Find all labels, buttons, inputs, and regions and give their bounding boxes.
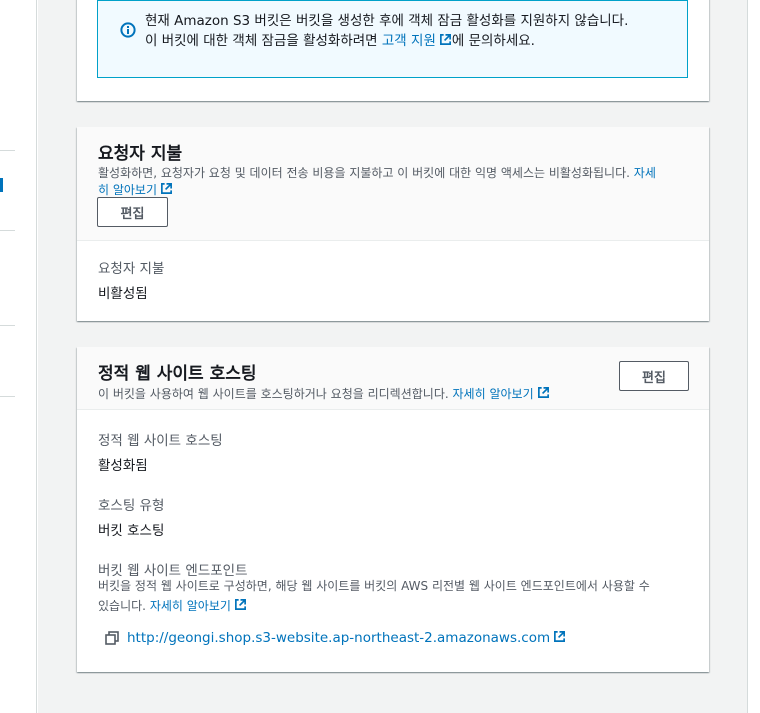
static-website-description-text: 이 버킷을 사용하여 웹 사이트를 호스팅하거나 요청을 리디렉션합니다. (98, 387, 449, 401)
requester-pays-panel: 요청자 지불 활성화하면, 요청자가 요청 및 데이터 전송 비용을 지불하고 … (77, 127, 709, 321)
sidebar-link-fragment[interactable] (0, 178, 3, 192)
requester-pays-header: 요청자 지불 활성화하면, 요청자가 요청 및 데이터 전송 비용을 지불하고 … (77, 127, 709, 241)
endpoint-description-line2: 있습니다. 자세히 알아보기 (98, 598, 247, 615)
endpoint-url-row: http://geongi.shop.s3-website.ap-northea… (127, 630, 566, 646)
object-lock-info-alert: 현재 Amazon S3 버킷은 버킷을 생성한 후에 객체 잠금 활성화를 지… (97, 0, 688, 78)
learn-more-part2: 히 알아보기 (98, 183, 158, 197)
sidebar-divider (0, 150, 15, 151)
requester-pays-description: 활성화하면, 요청자가 요청 및 데이터 전송 비용을 지불하고 이 버킷에 대… (98, 165, 693, 199)
requester-pays-description-text: 활성화하면, 요청자가 요청 및 데이터 전송 비용을 지불하고 이 버킷에 대… (98, 166, 630, 180)
alert-text-suffix: 에 문의하세요. (451, 33, 535, 49)
object-lock-panel: 현재 Amazon S3 버킷은 버킷을 생성한 후에 객체 잠금 활성화를 지… (77, 0, 709, 101)
alert-text-line1: 현재 Amazon S3 버킷은 버킷을 생성한 후에 객체 잠금 활성화를 지… (145, 13, 629, 29)
learn-more-part1: 자세 (633, 166, 656, 180)
external-link-icon (234, 599, 246, 610)
external-link-icon (439, 34, 451, 45)
static-website-learn-more-link[interactable]: 자세히 알아보기 (453, 387, 534, 401)
alert-text-line2: 이 버킷에 대한 객체 잠금을 활성화하려면 고객 지원 에 문의하세요. (145, 31, 535, 51)
endpoint-url-link[interactable]: http://geongi.shop.s3-website.ap-northea… (127, 630, 550, 646)
copy-icon[interactable] (104, 630, 120, 646)
info-icon (120, 22, 136, 38)
hosting-value: 활성화됨 (98, 458, 148, 474)
static-website-header: 정적 웹 사이트 호스팅 이 버킷을 사용하여 웹 사이트를 호스팅하거나 요청… (77, 347, 709, 410)
static-website-title: 정적 웹 사이트 호스팅 (98, 364, 257, 384)
sidebar-divider (0, 325, 15, 326)
requester-pays-edit-button[interactable]: 편집 (97, 197, 168, 227)
sidebar-divider (0, 230, 15, 231)
hosting-type-value: 버킷 호스팅 (98, 523, 165, 539)
static-website-panel: 정적 웹 사이트 호스팅 이 버킷을 사용하여 웹 사이트를 호스팅하거나 요청… (77, 347, 709, 672)
alert-text-prefix: 이 버킷에 대한 객체 잠금을 활성화하려면 (145, 33, 382, 49)
hosting-label: 정적 웹 사이트 호스팅 (98, 433, 223, 449)
endpoint-description-line1: 버킷을 정적 웹 사이트로 구성하면, 해당 웹 사이트를 버킷의 AWS 리전… (98, 579, 650, 593)
left-sidebar (0, 0, 37, 713)
endpoint-learn-more-link[interactable]: 자세히 알아보기 (150, 599, 231, 613)
external-link-icon (537, 387, 549, 398)
requester-pays-title: 요청자 지불 (98, 144, 183, 164)
static-website-description: 이 버킷을 사용하여 웹 사이트를 호스팅하거나 요청을 리디렉션합니다. 자세… (98, 386, 550, 403)
external-link-icon (161, 183, 172, 194)
sidebar-divider (0, 396, 15, 397)
endpoint-description-text: 있습니다. (98, 599, 146, 613)
static-website-edit-button[interactable]: 편집 (619, 361, 689, 391)
customer-support-link[interactable]: 고객 지원 (382, 33, 436, 49)
main-content: 현재 Amazon S3 버킷은 버킷을 생성한 후에 객체 잠금 활성화를 지… (38, 0, 747, 713)
hosting-type-label: 호스팅 유형 (98, 498, 165, 514)
requester-pays-field-label: 요청자 지불 (98, 261, 165, 277)
requester-pays-field-value: 비활성됨 (98, 286, 148, 302)
endpoint-label: 버킷 웹 사이트 엔드포인트 (98, 563, 248, 579)
external-link-icon (554, 631, 566, 642)
right-gutter (747, 0, 760, 713)
